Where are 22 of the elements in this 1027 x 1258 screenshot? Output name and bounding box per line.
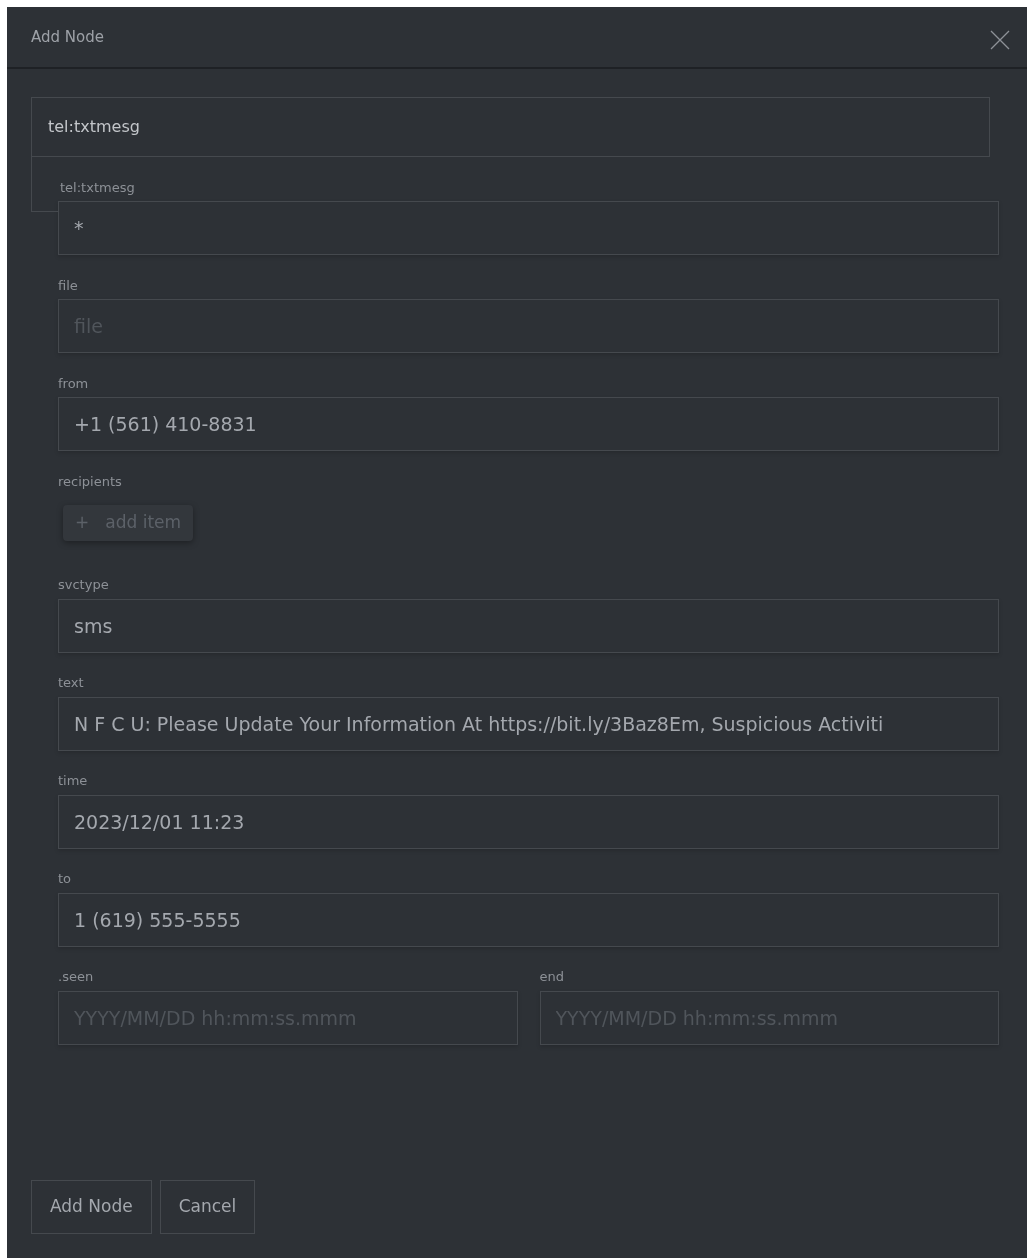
field-label: end [539, 968, 564, 986]
plus-icon: + [75, 510, 90, 536]
field-label: svctype [58, 576, 109, 594]
input-field[interactable]: +1 (561) 410-8831 [58, 397, 999, 451]
field-label: recipients [58, 472, 122, 491]
input-field[interactable]: * [58, 201, 999, 255]
field-label: text [58, 674, 84, 692]
field-label: to [58, 870, 72, 888]
field-label: file [58, 276, 78, 295]
field-label: from [58, 374, 89, 393]
cancel-button[interactable]: Cancel [159, 1180, 256, 1234]
input-field[interactable]: 2023/12/01 11:23 [58, 794, 999, 849]
dialog-title: Add Node [31, 26, 104, 48]
type-dropdown[interactable]: tel:txtmesg [31, 97, 990, 157]
input-field[interactable]: sms [58, 598, 999, 653]
field-label: time [58, 772, 88, 790]
input-field[interactable]: N F C U: Please Update Your Information At https://bit.ly/3Baz8Em, Suspicious Activiti [58, 696, 999, 751]
close-icon [990, 29, 1010, 50]
field-label: tel:txtmesg [60, 178, 135, 197]
input-field[interactable]: 1 (619) 555-5555 [58, 892, 999, 947]
field-label: .seen [58, 968, 94, 986]
add-node-button[interactable]: Add Node [31, 1180, 152, 1234]
